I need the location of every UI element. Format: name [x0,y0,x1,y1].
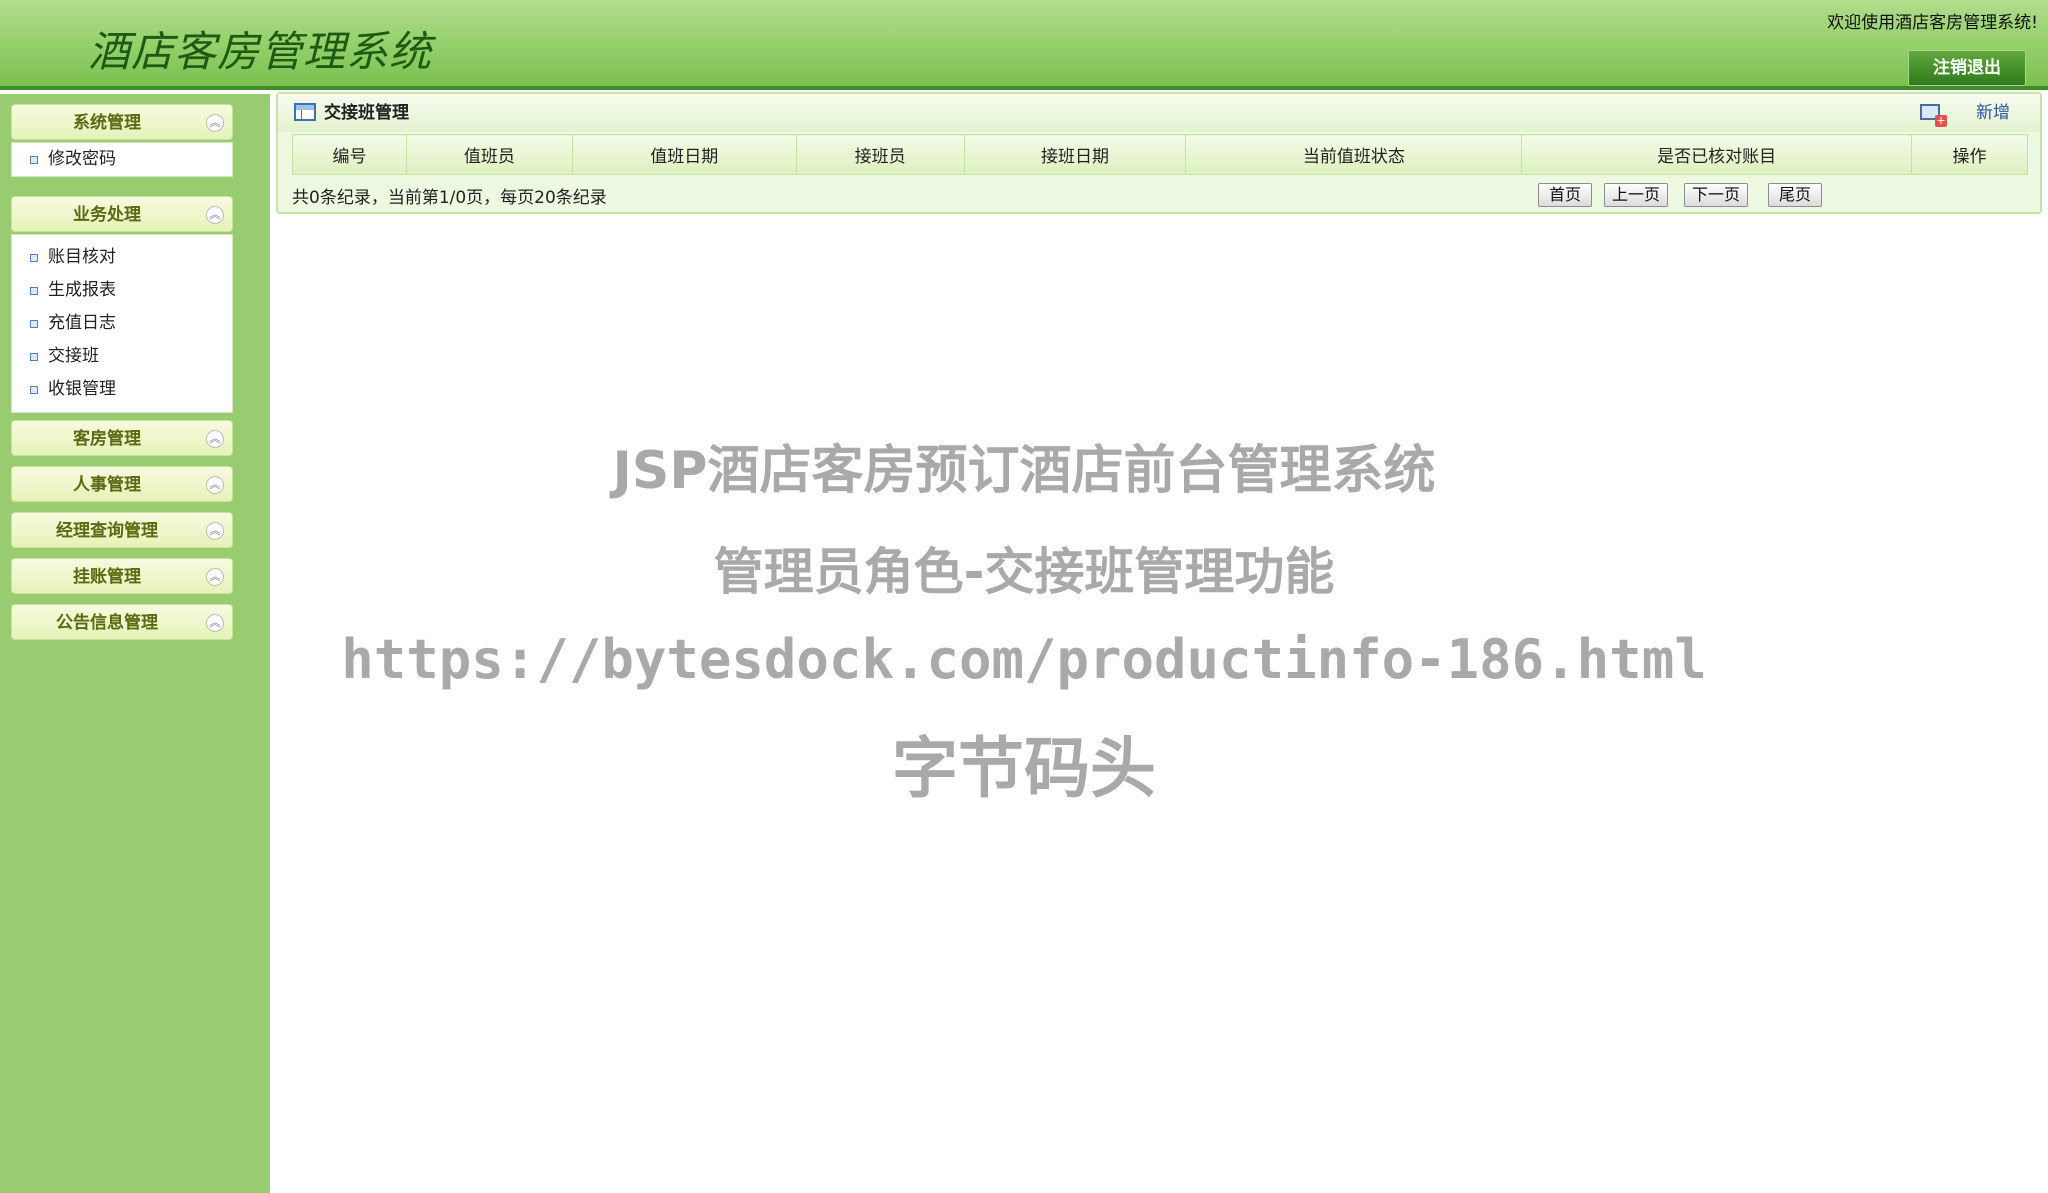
next-page-button[interactable]: 下一页 [1684,183,1748,207]
sidebar-item-generate-report[interactable]: 生成报表 [12,274,232,307]
menu-group-header-business[interactable]: 业务处理 ︽ [11,196,233,232]
table-header-row: 编号 值班员 值班日期 接班员 接班日期 当前值班状态 是否已核对账目 操作 [292,134,2028,175]
pager-info: 共0条纪录，当前第1/0页，每页20条纪录 [292,188,607,208]
watermark-line-1: JSP酒店客房预订酒店前台管理系统 [612,441,1436,501]
sidebar-item-account-check[interactable]: 账目核对 [12,241,232,274]
menu-group-items: 修改密码 [11,142,233,177]
sidebar-item-recharge-log[interactable]: 充值日志 [12,307,232,340]
menu-group-system: 系统管理 ︽ 修改密码 [11,104,233,177]
first-page-button[interactable]: 首页 [1538,183,1592,207]
col-id: 编号 [292,134,407,175]
sidebar-item-cashier[interactable]: 收银管理 [12,373,232,406]
col-duty-staff: 值班员 [405,134,573,175]
sidebar-item-shift-handover[interactable]: 交接班 [12,340,232,373]
panel-title: 交接班管理 [324,103,409,123]
watermark-line-4: 字节码头 [892,730,1156,807]
col-duty-date: 值班日期 [571,134,797,175]
header-bar: 酒店客房管理系统 欢迎使用酒店客房管理系统! 注销退出 [0,0,2048,90]
logout-button[interactable]: 注销退出 [1908,50,2026,86]
bullet-icon [30,156,38,164]
welcome-text: 欢迎使用酒店客房管理系统! [1827,13,2038,33]
menu-group-items: 账目核对 生成报表 充值日志 交接班 收银管理 [11,234,233,413]
prev-page-button[interactable]: 上一页 [1604,183,1668,207]
watermark-line-2: 管理员角色-交接班管理功能 [713,543,1335,601]
col-actions: 操作 [1911,134,2028,175]
add-icon[interactable] [1920,104,1947,127]
col-relief-staff: 接班员 [795,134,965,175]
panel-header: 交接班管理 新增 [278,94,2040,132]
collapse-icon[interactable]: ︽ [206,206,224,224]
collapse-icon[interactable]: ︽ [206,114,224,132]
app-title: 酒店客房管理系统 [88,27,433,76]
col-account-checked: 是否已核对账目 [1521,134,1913,175]
table-icon [294,103,316,121]
sidebar-item-change-password[interactable]: 修改密码 [12,143,232,176]
bullet-icon [30,287,38,295]
menu-group-business: 业务处理 ︽ 账目核对 生成报表 充值日志 交接班 收银管理 [11,196,233,413]
menu-group-label: 系统管理 [73,113,141,133]
watermark-url: https://bytesdock.com/productinfo-186.ht… [341,628,1707,691]
col-relief-date: 接班日期 [963,134,1187,175]
shift-table: 编号 值班员 值班日期 接班员 接班日期 当前值班状态 是否已核对账目 操作 [292,134,2028,175]
menu-group-header-system[interactable]: 系统管理 ︽ [11,104,233,140]
shift-management-panel: 交接班管理 新增 编号 值班员 值班日期 接班员 接班日期 当前值班状态 是否已… [276,92,2042,214]
col-duty-status: 当前值班状态 [1185,134,1523,175]
bullet-icon [30,353,38,361]
add-button[interactable]: 新增 [1976,94,2010,132]
bullet-icon [30,254,38,262]
bullet-icon [30,386,38,394]
menu-group-label: 业务处理 [73,205,141,225]
bullet-icon [30,320,38,328]
last-page-button[interactable]: 尾页 [1768,183,1822,207]
